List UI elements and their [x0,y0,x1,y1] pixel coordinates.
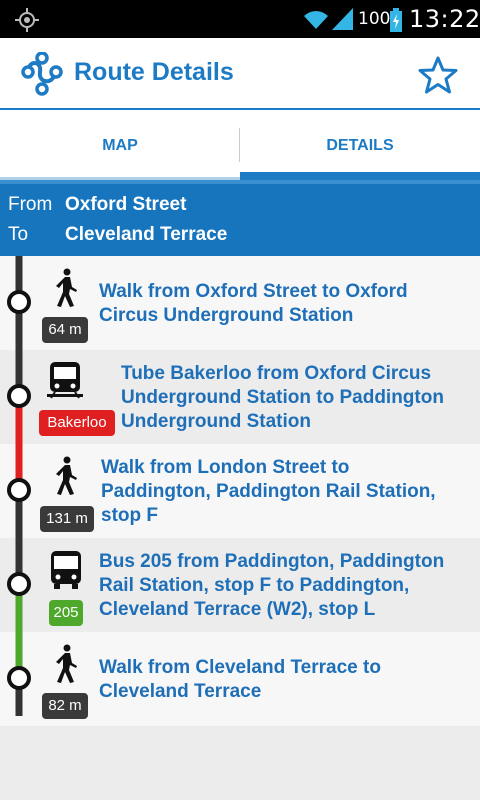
step-description: Walk from London Street to Paddington, P… [101,456,436,528]
step-line: Walk from Cleveland Terrace to [99,657,381,678]
step-line: Paddington, Paddington Rail Station, [101,481,436,502]
step-line: Underground Station [121,411,311,432]
route-number-badge: 205 [49,600,83,626]
timeline-node [7,478,31,502]
battery-level: 100 [358,9,391,29]
from-row: From Oxford Street [8,194,186,216]
walk-icon [52,644,80,688]
step-line: Cleveland Terrace [99,681,262,702]
tab-map[interactable]: MAP [0,110,240,180]
train-icon [47,360,83,404]
step-line: Walk from Oxford Street to Oxford [99,281,408,302]
to-value: Cleveland Terrace [65,224,228,245]
walk-icon [52,268,80,312]
to-label: To [8,224,29,245]
step-description: Walk from Cleveland Terrace to Cleveland… [99,656,381,704]
to-row: To Cleveland Terrace [8,224,227,246]
timeline-node [7,290,31,314]
route-step-walk-2[interactable]: 131 m Walk from London Street to Padding… [0,444,480,538]
from-value: Oxford Street [65,194,187,215]
step-description: Bus 205 from Paddington, Paddington Rail… [99,550,444,622]
step-line: Tube Bakerloo from Oxford Circus [121,363,432,384]
route-step-walk-3[interactable]: 82 m Walk from Cleveland Terrace to Clev… [0,632,480,726]
timeline-node [7,384,31,408]
star-icon[interactable] [418,56,458,98]
step-description: Tube Bakerloo from Oxford Circus Undergr… [121,362,444,434]
step-line: Circus Underground Station [99,305,354,326]
route-timeline [7,256,31,716]
step-line: Underground Station to Paddington [121,387,444,408]
route-summary: From Oxford Street To Cleveland Terrace [0,180,480,256]
page-title: Route Details [74,58,234,86]
distance-badge: 131 m [40,506,94,532]
signal-icon [332,7,354,35]
tab-selected-indicator [240,172,480,180]
step-line: Rail Station, stop F to Paddington, [99,575,410,596]
walk-icon [52,456,80,500]
status-bar: 100 13:22 [0,0,480,38]
tab-details[interactable]: DETAILS [240,110,480,180]
step-line: Cleveland Terrace (W2), stop L [99,599,376,620]
tab-bar: MAP DETAILS [0,110,480,180]
step-line: Walk from London Street to [101,457,350,478]
route-step-tube[interactable]: Bakerloo Tube Bakerloo from Oxford Circu… [0,350,480,444]
distance-badge: 64 m [42,317,88,343]
distance-badge: 82 m [42,693,88,719]
timeline-node [7,666,31,690]
timeline-node [7,572,31,596]
action-bar: Route Details [0,38,480,110]
from-label: From [8,194,53,215]
step-line: Bus 205 from Paddington, Paddington [99,551,445,572]
step-line: stop F [101,505,158,526]
route-step-walk-1[interactable]: 64 m Walk from Oxford Street to Oxford C… [0,256,480,350]
route-logo-icon[interactable] [20,51,64,100]
route-step-bus[interactable]: 205 Bus 205 from Paddington, Paddington … [0,538,480,632]
line-badge: Bakerloo [39,410,115,436]
route-steps-list: 64 m Walk from Oxford Street to Oxford C… [0,256,480,726]
step-description: Walk from Oxford Street to Oxford Circus… [99,280,408,328]
wifi-icon [302,8,330,34]
gps-icon [14,7,40,37]
battery-icon [390,8,402,36]
clock: 13:22 [409,5,480,33]
bus-icon [50,550,82,594]
